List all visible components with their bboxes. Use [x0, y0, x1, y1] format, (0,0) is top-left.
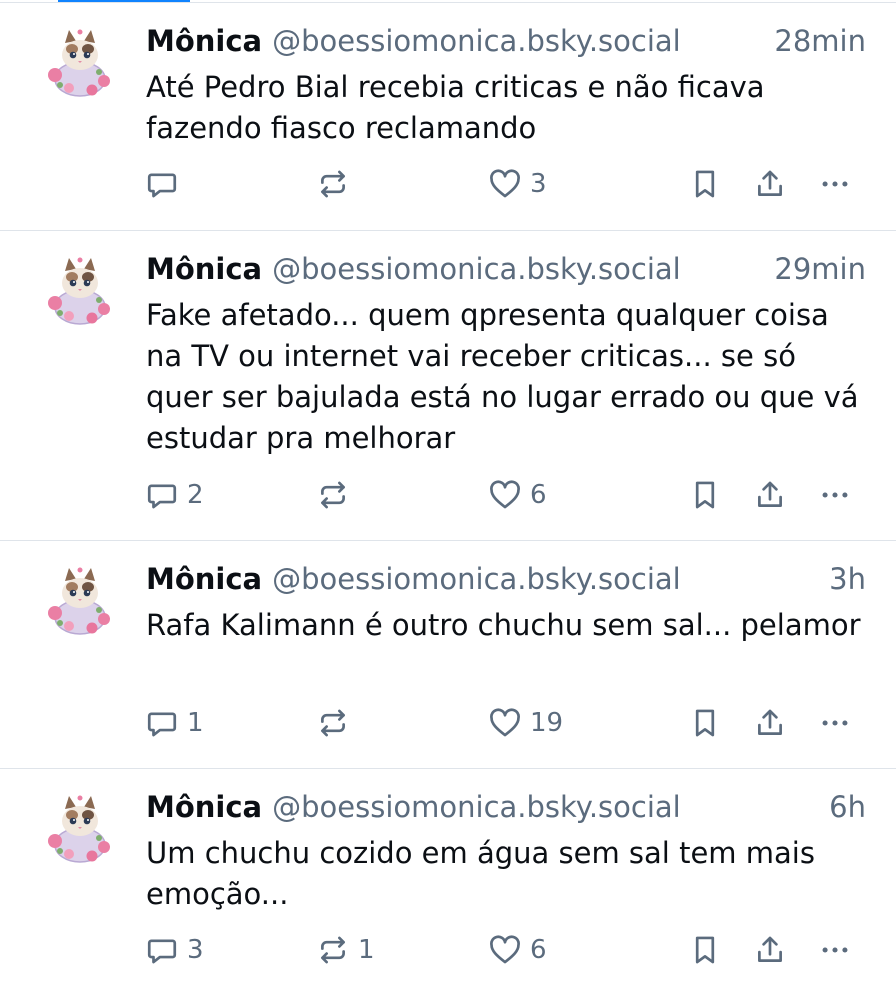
- reply-button[interactable]: [145, 164, 187, 204]
- reply-icon: [147, 712, 177, 737]
- like-button[interactable]: 19: [488, 703, 563, 743]
- timestamp[interactable]: 3h: [829, 559, 866, 599]
- post-actions: 1 19: [0, 703, 896, 743]
- repost-icon: [321, 170, 345, 198]
- avatar[interactable]: [36, 19, 124, 107]
- like-count: 6: [530, 935, 547, 965]
- post-actions: 3 1 6: [0, 930, 896, 970]
- bookmark-icon: [695, 936, 715, 964]
- bookmark-button[interactable]: [688, 930, 722, 970]
- like-button[interactable]: 6: [488, 475, 547, 515]
- post-item[interactable]: Mônica @boessiomonica.bsky.social 6h Um c…: [0, 768, 896, 1000]
- post-item[interactable]: Mônica @boessiomonica.bsky.social 29min F…: [0, 230, 896, 540]
- like-count: 3: [530, 169, 547, 199]
- more-icon: [822, 181, 848, 187]
- post-header: Mônica @boessiomonica.bsky.social 3h: [146, 559, 866, 599]
- display-name[interactable]: Mônica: [146, 790, 262, 824]
- reply-count: 2: [187, 480, 204, 510]
- post-header: Mônica @boessiomonica.bsky.social 6h: [146, 787, 866, 827]
- share-icon: [758, 481, 782, 507]
- more-options-button[interactable]: [818, 475, 852, 515]
- bookmark-icon: [695, 170, 715, 198]
- heart-icon: [490, 480, 520, 509]
- avatar[interactable]: [36, 557, 124, 645]
- reply-icon: [147, 173, 177, 198]
- share-icon: [758, 170, 782, 196]
- repost-button[interactable]: [316, 164, 358, 204]
- post-actions: 3: [0, 164, 896, 204]
- repost-icon: [321, 481, 345, 509]
- repost-icon: [321, 936, 345, 964]
- like-button[interactable]: 3: [488, 164, 547, 204]
- repost-button[interactable]: [316, 703, 358, 743]
- avatar[interactable]: [36, 247, 124, 335]
- post-text: Fake afetado... quem qpresenta qualquer …: [146, 298, 859, 455]
- post-item[interactable]: Mônica @boessiomonica.bsky.social 3h Rafa…: [0, 540, 896, 768]
- bookmark-button[interactable]: [688, 475, 722, 515]
- share-button[interactable]: [753, 703, 787, 743]
- reply-icon: [147, 939, 177, 964]
- post-header: Mônica @boessiomonica.bsky.social 29min: [146, 249, 866, 289]
- repost-button[interactable]: 1: [316, 930, 375, 970]
- like-count: 6: [530, 480, 547, 510]
- share-button[interactable]: [753, 930, 787, 970]
- more-options-button[interactable]: [818, 164, 852, 204]
- timestamp[interactable]: 29min: [774, 249, 866, 289]
- reply-icon: [147, 484, 177, 509]
- display-name[interactable]: Mônica: [146, 562, 262, 596]
- handle[interactable]: @boessiomonica.bsky.social: [272, 790, 681, 824]
- timestamp[interactable]: 28min: [774, 21, 866, 61]
- post-actions: 2 6: [0, 475, 896, 515]
- more-options-button[interactable]: [818, 703, 852, 743]
- share-icon: [758, 936, 782, 962]
- share-button[interactable]: [753, 475, 787, 515]
- display-name[interactable]: Mônica: [146, 252, 262, 286]
- reply-count: 1: [187, 708, 204, 738]
- avatar[interactable]: [36, 785, 124, 873]
- more-icon: [822, 947, 848, 953]
- post-header: Mônica @boessiomonica.bsky.social 28min: [146, 21, 866, 61]
- reply-button[interactable]: 1: [145, 703, 204, 743]
- repost-button[interactable]: [316, 475, 358, 515]
- more-icon: [822, 492, 848, 498]
- repost-count: 1: [358, 935, 375, 965]
- share-icon: [758, 709, 782, 735]
- reply-button[interactable]: 3: [145, 930, 204, 970]
- bookmark-button[interactable]: [688, 164, 722, 204]
- bookmark-icon: [695, 709, 715, 737]
- heart-icon: [490, 169, 520, 198]
- bookmark-button[interactable]: [688, 703, 722, 743]
- more-options-button[interactable]: [818, 930, 852, 970]
- heart-icon: [490, 935, 520, 964]
- post-text: Rafa Kalimann é outro chuchu sem sal... …: [146, 608, 861, 642]
- heart-icon: [490, 708, 520, 737]
- timestamp[interactable]: 6h: [829, 787, 866, 827]
- like-count: 19: [530, 708, 564, 738]
- handle[interactable]: @boessiomonica.bsky.social: [272, 252, 681, 286]
- share-button[interactable]: [753, 164, 787, 204]
- display-name[interactable]: Mônica: [146, 24, 262, 58]
- post-feed: Mônica @boessiomonica.bsky.social 28min A…: [0, 0, 896, 1000]
- bookmark-icon: [695, 481, 715, 509]
- handle[interactable]: @boessiomonica.bsky.social: [272, 24, 681, 58]
- post-text: Um chuchu cozido em água sem sal tem mai…: [146, 836, 815, 911]
- post-text: Até Pedro Bial recebia criticas e não fi…: [146, 70, 765, 145]
- post-item[interactable]: Mônica @boessiomonica.bsky.social 28min A…: [0, 2, 896, 230]
- repost-icon: [321, 709, 345, 737]
- reply-button[interactable]: 2: [145, 475, 204, 515]
- handle[interactable]: @boessiomonica.bsky.social: [272, 562, 681, 596]
- reply-count: 3: [187, 935, 204, 965]
- like-button[interactable]: 6: [488, 930, 547, 970]
- more-icon: [822, 720, 848, 726]
